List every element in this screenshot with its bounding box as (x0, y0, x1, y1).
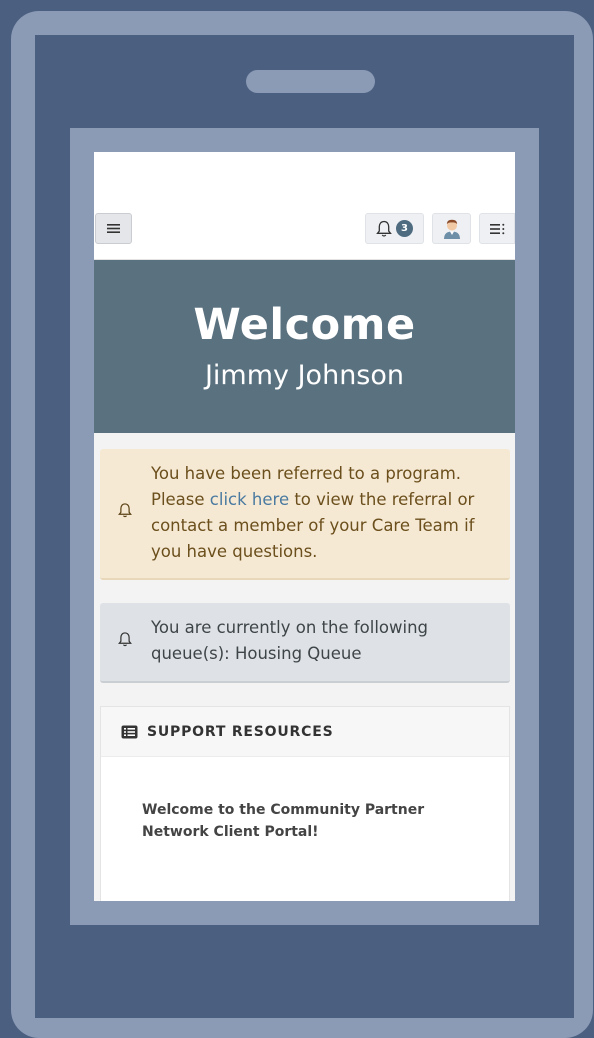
list-alt-icon (121, 725, 138, 739)
menu-toggle-button[interactable] (95, 213, 132, 244)
bell-icon (118, 631, 132, 648)
support-resources-title: SUPPORT RESOURCES (147, 723, 334, 740)
app-screen: 3 Welcome Jimmy Johnson You have been re… (94, 152, 515, 901)
list-menu-icon (489, 223, 505, 235)
user-name: Jimmy Johnson (204, 360, 405, 391)
welcome-title: Welcome (193, 300, 416, 350)
referral-alert: You have been referred to a program. Ple… (100, 449, 510, 580)
user-avatar-icon (442, 218, 462, 240)
queue-alert-text: You are currently on the following queue… (151, 618, 429, 663)
main-content: You have been referred to a program. Ple… (94, 433, 515, 901)
support-resources-card: SUPPORT RESOURCES Welcome to the Communi… (100, 706, 510, 901)
top-navbar: 3 (94, 152, 515, 260)
device-speaker (246, 70, 375, 93)
welcome-banner: Welcome Jimmy Johnson (94, 260, 515, 433)
notification-count-badge: 3 (396, 220, 413, 237)
bell-icon (118, 502, 132, 519)
hamburger-icon (107, 223, 120, 234)
bell-icon (376, 220, 392, 238)
queue-alert: You are currently on the following queue… (100, 603, 510, 683)
list-menu-button[interactable] (479, 213, 515, 244)
support-resources-header: SUPPORT RESOURCES (101, 707, 509, 757)
user-avatar-button[interactable] (432, 213, 471, 244)
referral-alert-text: You have been referred to a program. Ple… (151, 464, 475, 561)
referral-link[interactable]: click here (210, 490, 289, 509)
notifications-button[interactable]: 3 (365, 213, 424, 244)
support-resources-body: Welcome to the Community Partner Network… (142, 802, 425, 840)
